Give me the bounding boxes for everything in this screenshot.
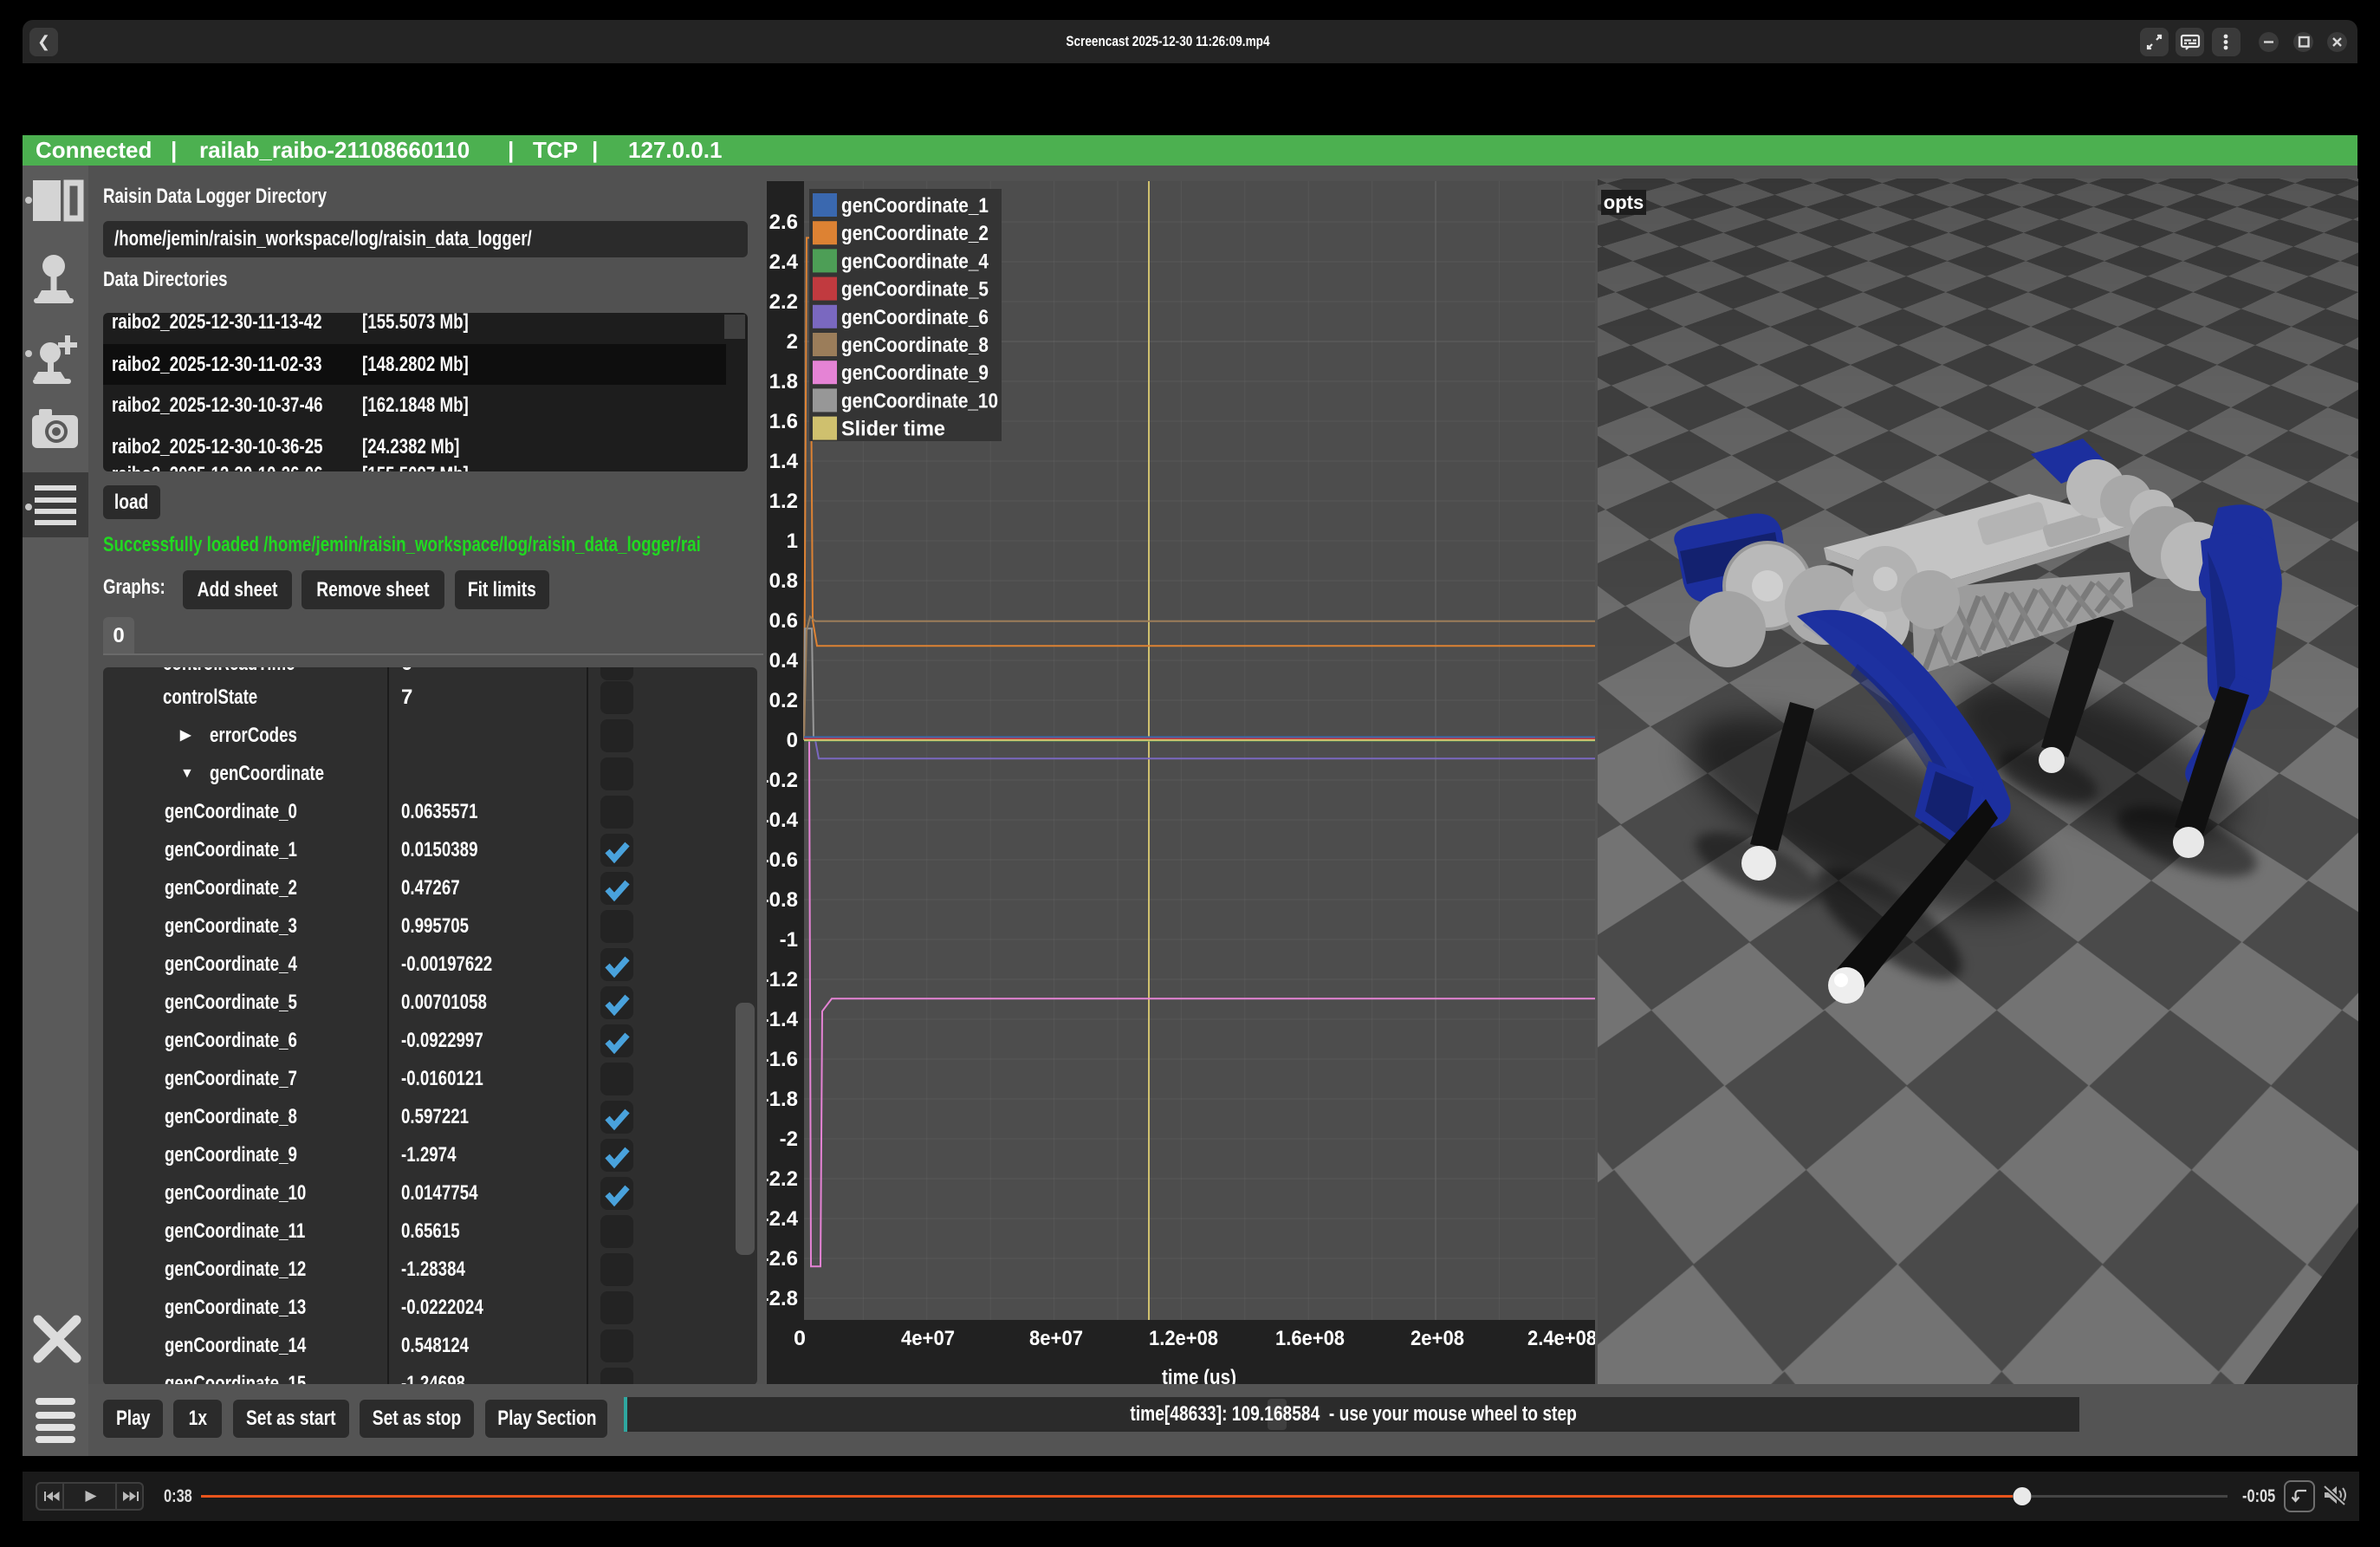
svg-text:4e+07: 4e+07 xyxy=(901,1327,955,1350)
svg-text:1.6e+08: 1.6e+08 xyxy=(1275,1327,1345,1350)
svg-text:0.2: 0.2 xyxy=(769,689,798,712)
svg-text:2.2: 2.2 xyxy=(769,290,798,314)
svg-text:1: 1 xyxy=(787,530,798,553)
svg-text:-0.8: -0.8 xyxy=(767,888,798,912)
svg-text:genCoordinate_1: genCoordinate_1 xyxy=(841,194,989,218)
svg-text:2.4: 2.4 xyxy=(769,250,799,274)
svg-text:2e+08: 2e+08 xyxy=(1410,1327,1464,1350)
svg-text:2: 2 xyxy=(787,330,798,354)
svg-text:genCoordinate_9: genCoordinate_9 xyxy=(841,361,989,385)
svg-text:genCoordinate_5: genCoordinate_5 xyxy=(841,278,989,302)
svg-text:0.8: 0.8 xyxy=(769,569,798,593)
svg-text:0: 0 xyxy=(794,1327,806,1350)
svg-text:1.2e+08: 1.2e+08 xyxy=(1149,1327,1218,1350)
svg-text:0: 0 xyxy=(787,729,798,752)
svg-text:-2.2: -2.2 xyxy=(767,1167,798,1191)
svg-text:-2: -2 xyxy=(780,1128,798,1151)
svg-text:1.4: 1.4 xyxy=(769,450,799,473)
svg-text:genCoordinate_6: genCoordinate_6 xyxy=(841,306,989,329)
svg-text:0.6: 0.6 xyxy=(769,609,798,633)
svg-text:-1.6: -1.6 xyxy=(767,1048,798,1071)
svg-text:-2.6: -2.6 xyxy=(767,1247,798,1271)
svg-text:0.4: 0.4 xyxy=(769,649,799,673)
svg-text:genCoordinate_8: genCoordinate_8 xyxy=(841,334,989,357)
svg-text:1.6: 1.6 xyxy=(769,410,798,433)
svg-text:-1.4: -1.4 xyxy=(767,1008,799,1031)
svg-text:-2.8: -2.8 xyxy=(767,1287,798,1310)
svg-text:-1: -1 xyxy=(780,928,798,952)
svg-text:Slider time: Slider time xyxy=(841,418,945,441)
svg-text:-1.8: -1.8 xyxy=(767,1088,798,1111)
svg-text:-2.4: -2.4 xyxy=(767,1207,799,1231)
svg-text:1.2: 1.2 xyxy=(769,490,798,513)
svg-text:-1.2: -1.2 xyxy=(767,968,798,991)
svg-text:8e+07: 8e+07 xyxy=(1029,1327,1083,1350)
svg-text:genCoordinate_10: genCoordinate_10 xyxy=(841,389,998,413)
svg-text:genCoordinate_4: genCoordinate_4 xyxy=(841,250,989,273)
svg-text:2.4e+08: 2.4e+08 xyxy=(1527,1327,1595,1350)
svg-text:1.8: 1.8 xyxy=(769,370,798,393)
svg-text:-0.4: -0.4 xyxy=(767,809,799,832)
svg-text:2.6: 2.6 xyxy=(769,211,798,234)
svg-text:genCoordinate_2: genCoordinate_2 xyxy=(841,222,989,245)
svg-text:-0.6: -0.6 xyxy=(767,848,798,872)
svg-text:-0.2: -0.2 xyxy=(767,769,798,792)
